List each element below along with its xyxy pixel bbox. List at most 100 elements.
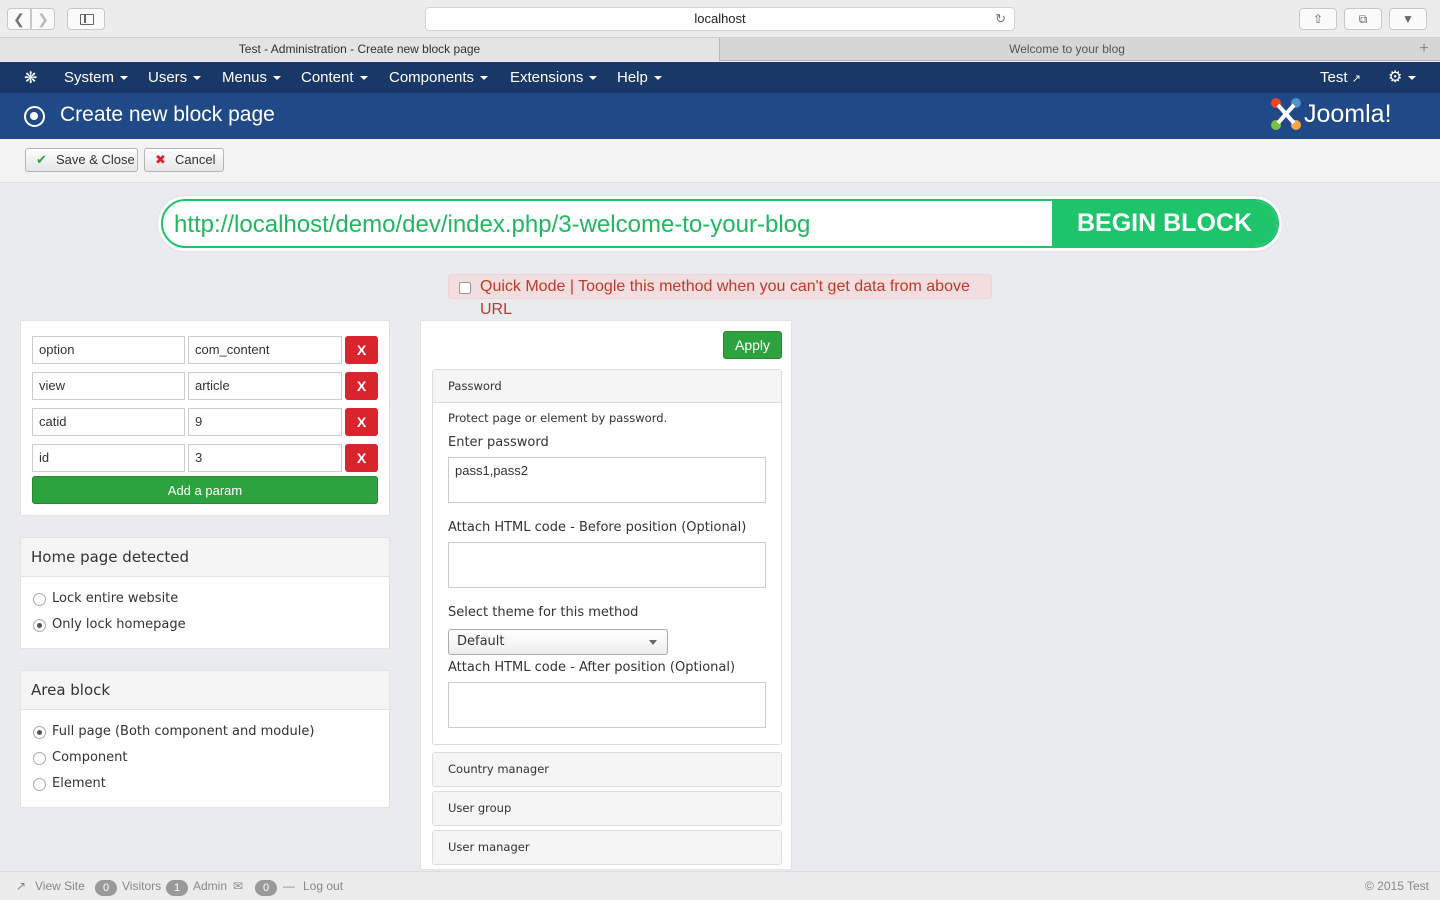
joomla-logo: Joomla! — [1270, 97, 1420, 135]
caret-down-icon — [359, 76, 368, 81]
radio-button[interactable] — [33, 752, 46, 765]
after-html-textarea[interactable] — [448, 682, 766, 728]
logout-link[interactable]: Log out — [303, 872, 343, 900]
radio-button[interactable] — [33, 619, 46, 632]
view-site-link[interactable]: View Site — [35, 872, 85, 900]
menu-extensions[interactable]: Extensions — [510, 62, 598, 93]
menu-content[interactable]: Content — [301, 62, 368, 93]
block-url-bar: http://localhost/demo/dev/index.php/3-we… — [157, 195, 1283, 252]
visitors-label[interactable]: Visitors — [122, 872, 161, 900]
tabs-overview-icon[interactable]: ⧉ — [1344, 8, 1382, 30]
enter-password-label: Enter password — [448, 435, 549, 450]
status-footer: ↗ View Site 0 Visitors 1 Admin ✉ 0 — Log… — [0, 871, 1440, 900]
param-row: option com_content X — [32, 336, 380, 364]
param-value-input[interactable]: 3 — [188, 444, 342, 472]
param-value-input[interactable]: com_content — [188, 336, 342, 364]
param-key-input[interactable]: id — [32, 444, 185, 472]
begin-block-button[interactable]: BEGIN BLOCK — [1052, 201, 1277, 246]
caret-down-icon — [589, 76, 598, 81]
before-html-textarea[interactable] — [448, 542, 766, 588]
external-link-icon: ↗ — [16, 879, 27, 893]
param-value-input[interactable]: article — [188, 372, 342, 400]
caret-down-icon — [120, 76, 129, 81]
radio-full-page[interactable]: Full page (Both component and module) — [33, 722, 314, 742]
caret-down-icon — [1408, 75, 1417, 80]
external-link-icon: ↗ — [1351, 73, 1361, 85]
password-accordion: Password Protect page or element by pass… — [432, 369, 782, 745]
page-title: Create new block page — [60, 103, 275, 126]
menu-users[interactable]: Users — [148, 62, 202, 93]
param-key-input[interactable]: catid — [32, 408, 185, 436]
caret-down-icon — [480, 76, 489, 81]
quick-mode-toggle[interactable]: Quick Mode | Toogle this method when you… — [448, 274, 992, 318]
cancel-icon: ✖ — [155, 152, 166, 167]
joomla-logo-icon — [1271, 98, 1301, 130]
caret-down-icon — [193, 76, 202, 81]
new-tab-icon[interactable]: + — [1414, 38, 1434, 61]
param-row: id 3 X — [32, 444, 380, 472]
radio-only-lock-homepage[interactable]: Only lock homepage — [33, 615, 186, 635]
home-page-panel: Home page detected Lock entire website O… — [20, 537, 390, 649]
add-param-button[interactable]: Add a param — [32, 476, 378, 504]
joomla-logo-text: Joomla! — [1304, 100, 1392, 128]
menu-menus[interactable]: Menus — [222, 62, 282, 93]
password-textarea[interactable]: pass1,pass2 — [448, 457, 766, 503]
user-group-accordion[interactable]: User group — [432, 791, 782, 826]
sidebar-toggle-button[interactable] — [67, 8, 105, 30]
admin-label[interactable]: Admin — [193, 872, 227, 900]
save-close-button[interactable]: ✔ Save & Close — [25, 148, 138, 172]
copyright-text: © 2015 Test — [1365, 879, 1429, 893]
param-row: catid 9 X — [32, 408, 380, 436]
browser-tab-admin[interactable]: Test - Administration - Create new block… — [0, 38, 720, 61]
share-icon[interactable]: ⇧ — [1299, 8, 1337, 30]
menu-components[interactable]: Components — [389, 62, 489, 93]
remove-param-button[interactable]: X — [345, 408, 378, 436]
apply-button[interactable]: Apply — [723, 331, 782, 359]
back-icon[interactable]: ❮ — [7, 8, 31, 30]
home-page-title: Home page detected — [21, 538, 389, 577]
area-block-title: Area block — [21, 671, 389, 710]
accordion-header-user-manager[interactable]: User manager — [433, 831, 781, 864]
menu-user-link[interactable]: Test ↗ — [1320, 62, 1361, 93]
param-value-input[interactable]: 9 — [188, 408, 342, 436]
theme-label: Select theme for this method — [448, 605, 639, 620]
user-manager-accordion[interactable]: User manager — [432, 830, 782, 865]
param-key-input[interactable]: view — [32, 372, 185, 400]
quick-mode-checkbox[interactable] — [459, 282, 471, 294]
browser-tab-strip: Test - Administration - Create new block… — [0, 38, 1440, 61]
theme-select[interactable]: Default — [448, 629, 668, 655]
address-bar[interactable]: localhost ↻ — [425, 7, 1015, 31]
remove-param-button[interactable]: X — [345, 372, 378, 400]
reload-icon[interactable]: ↻ — [995, 8, 1006, 30]
remove-param-button[interactable]: X — [345, 336, 378, 364]
envelope-icon[interactable]: ✉ — [233, 872, 243, 900]
forward-icon[interactable]: ❯ — [31, 8, 55, 30]
country-manager-accordion[interactable]: Country manager — [432, 752, 782, 787]
area-block-panel: Area block Full page (Both component and… — [20, 670, 390, 808]
radio-component[interactable]: Component — [33, 748, 127, 768]
accordion-header-user-group[interactable]: User group — [433, 792, 781, 825]
action-toolbar: ✔ Save & Close ✖ Cancel — [0, 139, 1440, 183]
cancel-button[interactable]: ✖ Cancel — [144, 148, 224, 172]
messages-count-badge: 0 — [255, 880, 277, 896]
remove-param-button[interactable]: X — [345, 444, 378, 472]
radio-button[interactable] — [33, 726, 46, 739]
settings-gear-icon[interactable]: ⚙ — [1388, 62, 1417, 93]
radio-button[interactable] — [33, 778, 46, 791]
radio-element[interactable]: Element — [33, 774, 106, 794]
menu-system[interactable]: System — [64, 62, 129, 93]
radio-button[interactable] — [33, 593, 46, 606]
accordion-header-password[interactable]: Password — [433, 370, 781, 403]
caret-down-icon — [653, 76, 662, 81]
accordion-header-country-manager[interactable]: Country manager — [433, 753, 781, 786]
radio-lock-entire-website[interactable]: Lock entire website — [33, 589, 178, 609]
address-text: localhost — [694, 11, 746, 26]
check-icon: ✔ — [36, 152, 47, 167]
block-url-input[interactable]: http://localhost/demo/dev/index.php/3-we… — [174, 211, 810, 239]
param-row: view article X — [32, 372, 380, 400]
downloads-icon[interactable]: ▼ — [1389, 8, 1427, 30]
browser-tab-blog[interactable]: Welcome to your blog — [721, 38, 1413, 61]
param-key-input[interactable]: option — [32, 336, 185, 364]
menu-help[interactable]: Help — [617, 62, 662, 93]
joomla-menu-icon[interactable]: ❋ — [24, 68, 37, 88]
